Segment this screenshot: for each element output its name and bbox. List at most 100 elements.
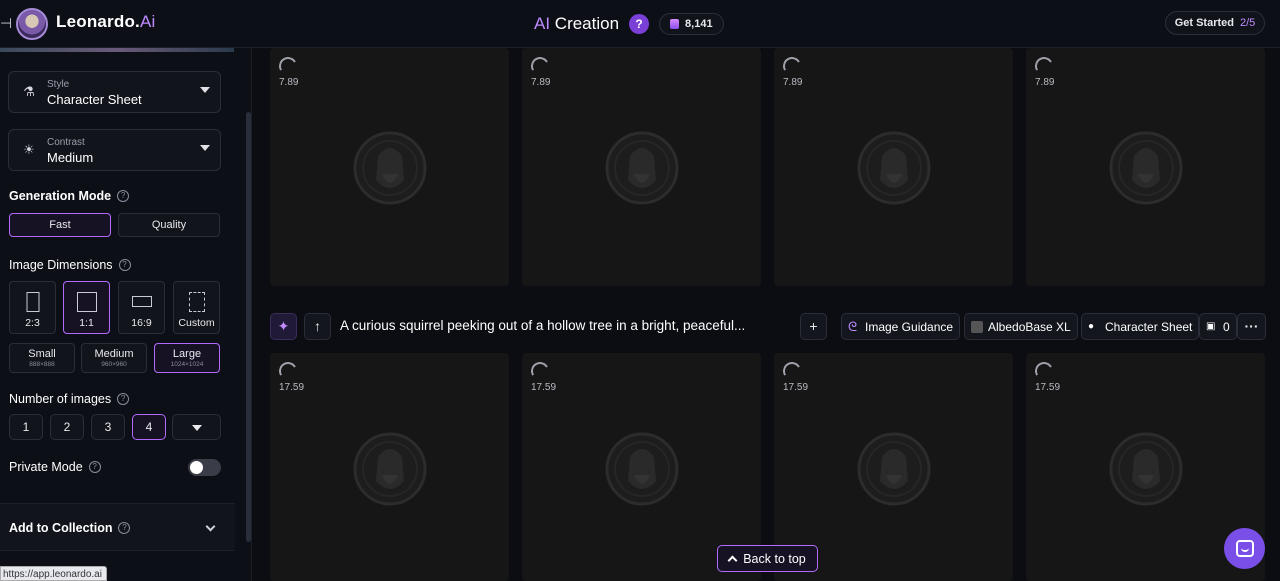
- token-count: 8,141: [685, 18, 713, 30]
- size-name: Large: [172, 348, 202, 360]
- image-count-button[interactable]: ▣ 0: [1199, 313, 1237, 340]
- sidebar-scrollbar[interactable]: [246, 112, 251, 542]
- back-to-top-label: Back to top: [743, 551, 806, 566]
- private-mode-heading: Private Mode?: [9, 460, 101, 474]
- size-dims: 960×960: [101, 361, 127, 368]
- ratio-label: 1:1: [79, 317, 94, 329]
- plus-icon[interactable]: +: [800, 313, 827, 340]
- loading-spinner-icon: [528, 359, 552, 383]
- image-guidance-button[interactable]: ᘓ Image Guidance: [841, 313, 961, 340]
- add-to-collection-heading: Add to Collection?: [9, 521, 131, 535]
- ratio-16-9-button[interactable]: 16:9: [118, 281, 165, 334]
- images-icon: ▣: [1206, 320, 1216, 332]
- size-dims: 1024×1024: [170, 361, 204, 368]
- logo-text-ai: Ai: [139, 12, 156, 31]
- portrait-ratio-icon: [26, 292, 39, 312]
- settings-sidebar: ⚗ Style Character Sheet ☀ Contrast Mediu…: [0, 48, 252, 581]
- logo-text[interactable]: Leonardo.Ai: [56, 12, 156, 32]
- help-circle-icon[interactable]: ?: [118, 522, 131, 534]
- more-options-icon[interactable]: ···: [1237, 313, 1266, 340]
- caret-down-icon: [200, 145, 210, 151]
- custom-ratio-icon: [188, 292, 205, 312]
- get-started-button[interactable]: Get Started 2/5: [1165, 11, 1265, 35]
- loading-spinner-icon: [528, 54, 552, 78]
- help-circle-icon[interactable]: ?: [88, 461, 101, 473]
- size-small-button[interactable]: Small 888×888: [9, 343, 75, 373]
- chevron-down-icon[interactable]: [205, 521, 216, 532]
- loading-spinner-icon: [1032, 359, 1056, 383]
- loading-spinner-icon: [780, 54, 804, 78]
- eta-label: 17.59: [783, 382, 809, 393]
- collapse-sidebar-icon[interactable]: ⊣: [0, 14, 12, 32]
- sidebar-preview-strip: [0, 48, 234, 52]
- style-label: Style: [47, 79, 70, 90]
- prompt-text[interactable]: A curious squirrel peeking out of a holl…: [340, 318, 790, 333]
- num-images-1-button[interactable]: 1: [9, 414, 43, 440]
- model-label: AlbedoBase XL: [988, 319, 1071, 334]
- size-medium-button[interactable]: Medium 960×960: [81, 343, 147, 373]
- model-button[interactable]: AlbedoBase XL: [964, 313, 1078, 340]
- private-mode-label: Private Mode: [9, 460, 83, 474]
- page-title-prefix: AI: [534, 14, 551, 33]
- wizard-placeholder-icon: [353, 432, 427, 506]
- private-mode-toggle[interactable]: [188, 459, 221, 476]
- upload-arrow-icon[interactable]: ↑: [304, 313, 331, 340]
- help-circle-icon[interactable]: ?: [117, 190, 130, 202]
- style-dropdown[interactable]: ⚗ Style Character Sheet: [8, 71, 221, 113]
- eta-label: 7.89: [531, 77, 551, 88]
- num-images-2-button[interactable]: 2: [50, 414, 84, 440]
- style-button[interactable]: ● Character Sheet: [1081, 313, 1200, 340]
- image-card[interactable]: 7.89: [270, 48, 509, 286]
- page-title: AI Creation: [534, 14, 619, 34]
- ratio-label: Custom: [178, 317, 215, 329]
- add-to-collection-panel[interactable]: Add to Collection?: [0, 503, 235, 551]
- help-circle-icon[interactable]: ?: [118, 259, 131, 271]
- logo-text-main: Leonardo.: [56, 12, 140, 31]
- loading-spinner-icon: [780, 359, 804, 383]
- get-started-progress: 2/5: [1240, 17, 1256, 29]
- back-to-top-button[interactable]: Back to top: [717, 545, 818, 572]
- generation-prompt-bar: ✦ ↑ A curious squirrel peeking out of a …: [270, 311, 1266, 341]
- token-balance[interactable]: 8,141: [659, 13, 724, 35]
- ratio-1-1-button[interactable]: 1:1: [63, 281, 110, 334]
- contrast-value: Medium: [47, 150, 94, 165]
- ratio-label: 16:9: [131, 317, 152, 329]
- magic-wand-icon[interactable]: ✦: [270, 313, 297, 340]
- wizard-placeholder-icon: [353, 131, 427, 205]
- loading-spinner-icon: [276, 359, 300, 383]
- wizard-placeholder-icon: [857, 131, 931, 205]
- num-images-more-button[interactable]: [172, 414, 221, 440]
- title-group: AI Creation ? 8,141: [534, 10, 724, 38]
- image-card[interactable]: 17.59: [270, 353, 509, 581]
- logo-avatar[interactable]: [16, 8, 48, 40]
- num-images-4-button[interactable]: 4: [132, 414, 166, 440]
- wizard-placeholder-icon: [1109, 432, 1183, 506]
- size-large-button[interactable]: Large 1024×1024: [154, 343, 220, 373]
- number-of-images-label: Number of images: [9, 392, 112, 406]
- wizard-placeholder-icon: [605, 432, 679, 506]
- image-dimensions-heading: Image Dimensions?: [9, 258, 131, 272]
- image-card[interactable]: 7.89: [522, 48, 761, 286]
- image-card[interactable]: 7.89: [1026, 48, 1265, 286]
- chat-support-button[interactable]: [1224, 528, 1265, 569]
- ratio-custom-button[interactable]: Custom: [173, 281, 220, 334]
- help-icon[interactable]: ?: [629, 14, 650, 34]
- generation-mode-label: Generation Mode: [9, 189, 112, 203]
- contrast-dropdown[interactable]: ☀ Contrast Medium: [8, 129, 221, 171]
- add-to-collection-label: Add to Collection: [9, 521, 113, 535]
- image-card[interactable]: 7.89: [774, 48, 1013, 286]
- help-circle-icon[interactable]: ?: [117, 393, 130, 405]
- contrast-label: Contrast: [47, 137, 85, 148]
- image-dimensions-label: Image Dimensions: [9, 258, 113, 272]
- mode-fast-button[interactable]: Fast: [9, 213, 111, 237]
- ratio-2-3-button[interactable]: 2:3: [9, 281, 56, 334]
- eta-label: 17.59: [531, 382, 557, 393]
- num-images-3-button[interactable]: 3: [91, 414, 125, 440]
- eta-label: 7.89: [783, 77, 803, 88]
- style-pill-label: Character Sheet: [1105, 319, 1193, 334]
- style-value: Character Sheet: [47, 92, 142, 107]
- sun-icon: ☀: [23, 142, 35, 157]
- ratio-label: 2:3: [25, 317, 40, 329]
- eta-label: 7.89: [1035, 77, 1055, 88]
- mode-quality-button[interactable]: Quality: [118, 213, 220, 237]
